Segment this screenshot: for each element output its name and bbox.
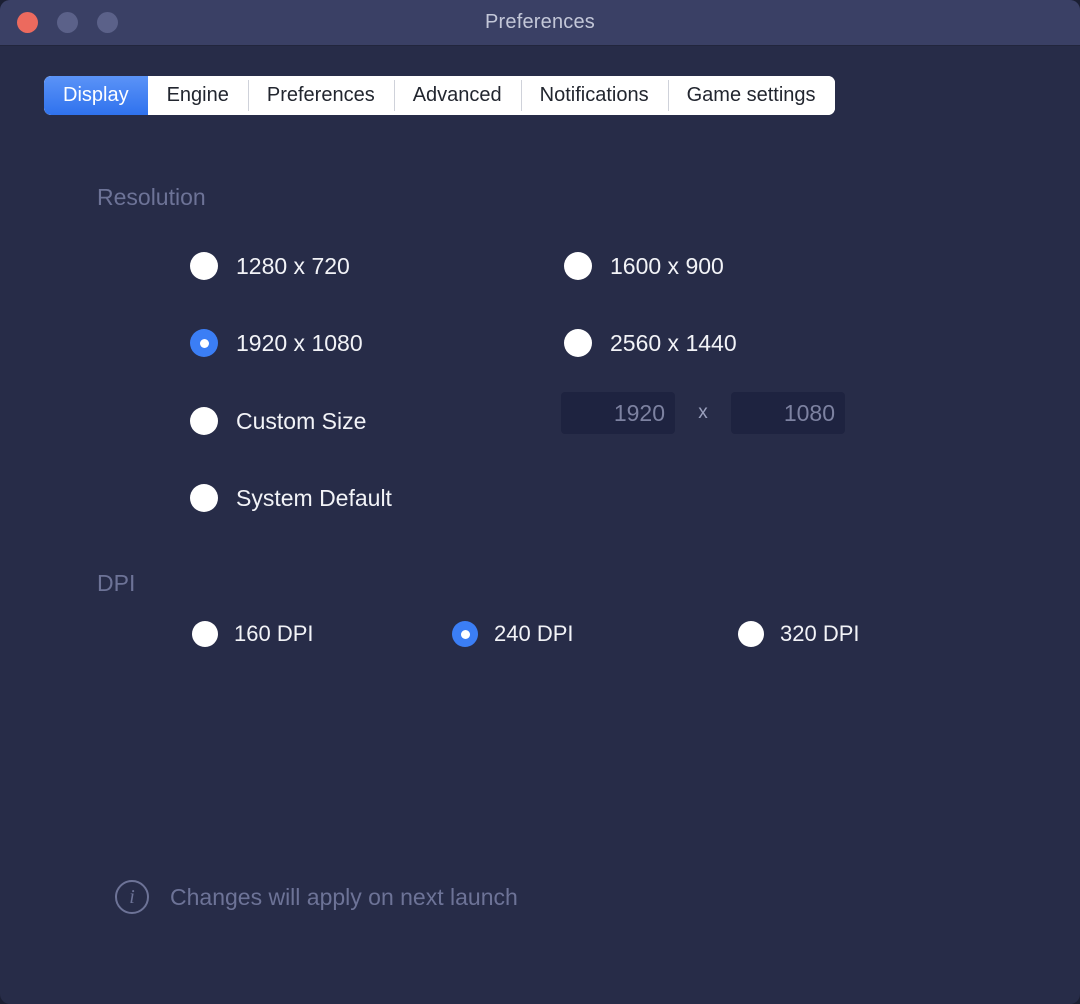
tab-bar: Display Engine Preferences Advanced Noti… <box>44 76 835 115</box>
tab-preferences[interactable]: Preferences <box>247 76 394 115</box>
footer-note: i Changes will apply on next launch <box>115 880 518 914</box>
radio-resolution-1280x720[interactable]: 1280 x 720 <box>190 252 350 280</box>
dpi-section-title: DPI <box>97 570 136 596</box>
radio-indicator[interactable] <box>192 621 218 647</box>
tab-advanced[interactable]: Advanced <box>393 76 521 115</box>
radio-indicator[interactable] <box>190 484 218 512</box>
radio-indicator[interactable] <box>452 621 478 647</box>
radio-resolution-2560x1440[interactable]: 2560 x 1440 <box>564 329 737 357</box>
radio-label: 320 DPI <box>780 621 860 646</box>
radio-label: 1600 x 900 <box>610 252 724 279</box>
tab-display[interactable]: Display <box>44 76 148 115</box>
custom-size-fields: x <box>561 392 845 434</box>
radio-label: 1920 x 1080 <box>236 329 363 356</box>
radio-label: 2560 x 1440 <box>610 329 737 356</box>
radio-label: 1280 x 720 <box>236 252 350 279</box>
tab-engine[interactable]: Engine <box>147 76 248 115</box>
custom-width-input[interactable] <box>561 392 675 434</box>
footer-note-text: Changes will apply on next launch <box>170 883 518 910</box>
radio-label: 240 DPI <box>494 621 574 646</box>
custom-size-separator: x <box>698 402 708 423</box>
title-bar: Preferences <box>0 0 1080 46</box>
radio-label: 160 DPI <box>234 621 314 646</box>
radio-indicator[interactable] <box>190 407 218 435</box>
radio-resolution-1920x1080[interactable]: 1920 x 1080 <box>190 329 363 357</box>
radio-resolution-1600x900[interactable]: 1600 x 900 <box>564 252 724 280</box>
radio-resolution-system-default[interactable]: System Default <box>190 484 392 512</box>
radio-indicator[interactable] <box>564 329 592 357</box>
custom-height-input[interactable] <box>731 392 845 434</box>
info-icon: i <box>115 880 149 914</box>
tab-notifications[interactable]: Notifications <box>520 76 668 115</box>
radio-dpi-240[interactable]: 240 DPI <box>452 621 574 647</box>
tab-game-settings[interactable]: Game settings <box>667 76 835 115</box>
radio-indicator[interactable] <box>738 621 764 647</box>
radio-label: System Default <box>236 484 392 511</box>
window-title: Preferences <box>484 11 596 33</box>
preferences-window: Preferences Display Engine Preferences A… <box>0 0 1080 1004</box>
radio-label: Custom Size <box>236 407 367 434</box>
radio-indicator[interactable] <box>190 252 218 280</box>
radio-dpi-160[interactable]: 160 DPI <box>192 621 314 647</box>
radio-indicator[interactable] <box>564 252 592 280</box>
radio-dpi-320[interactable]: 320 DPI <box>738 621 860 647</box>
radio-indicator[interactable] <box>190 329 218 357</box>
resolution-section-title: Resolution <box>97 184 206 210</box>
radio-resolution-custom-size[interactable]: Custom Size <box>190 407 366 435</box>
